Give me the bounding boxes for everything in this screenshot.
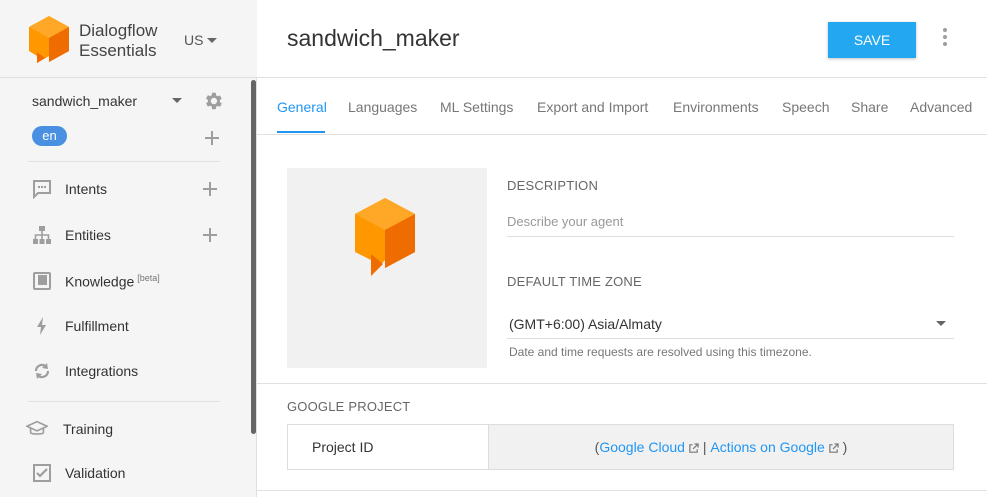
sidebar-item-label: Fulfillment	[65, 318, 129, 334]
link-separator: |	[698, 439, 711, 455]
sidebar-item-label: Entities	[65, 227, 111, 243]
language-chip-en[interactable]: en	[32, 126, 67, 146]
region-label: US	[184, 32, 204, 48]
google-cloud-link[interactable]: Google Cloud	[599, 439, 699, 455]
timezone-value: (GMT+6:00) Asia/Almaty	[509, 316, 662, 332]
timezone-select[interactable]: (GMT+6:00) Asia/Almaty	[507, 308, 954, 339]
description-input[interactable]	[507, 206, 954, 237]
sidebar-item-fulfillment[interactable]: Fulfillment	[24, 309, 224, 343]
sidebar-item-training[interactable]: Training	[24, 412, 224, 446]
page-title: sandwich_maker	[287, 25, 460, 51]
google-project-label: GOOGLE PROJECT	[287, 399, 411, 414]
page-header: sandwich_maker SAVE	[257, 0, 987, 78]
more-options-icon[interactable]	[941, 28, 949, 48]
agent-name: sandwich_maker	[32, 93, 138, 109]
bolt-icon	[31, 315, 53, 337]
sidebar-item-label: Validation	[65, 465, 126, 481]
timezone-hint: Date and time requests are resolved usin…	[509, 345, 812, 359]
chevron-down-icon	[936, 321, 946, 326]
sidebar: Dialogflow Essentials US sandwich_maker …	[0, 0, 257, 497]
region-selector[interactable]: US	[184, 32, 218, 48]
actions-on-google-link[interactable]: Actions on Google	[710, 439, 839, 455]
sidebar-scrollbar[interactable]	[251, 80, 256, 434]
sidebar-item-knowledge[interactable]: Knowledge [beta]	[24, 264, 224, 298]
add-entity-plus-icon[interactable]	[203, 228, 217, 242]
add-intent-plus-icon[interactable]	[203, 182, 217, 196]
sidebar-item-label: Integrations	[65, 363, 139, 379]
agent-selector[interactable]: sandwich_maker	[32, 90, 224, 112]
description-label: DESCRIPTION	[507, 178, 599, 193]
brand-name: Dialogflow Essentials	[79, 21, 157, 61]
timezone-label: DEFAULT TIME ZONE	[507, 274, 642, 289]
project-links: ( Google Cloud | Actions on Google )	[489, 425, 953, 469]
section-divider	[257, 383, 987, 384]
sidebar-item-label: Training	[63, 421, 114, 437]
checkbox-icon	[31, 462, 53, 484]
sidebar-divider	[28, 161, 220, 162]
external-link-icon	[829, 443, 839, 453]
tab-advanced[interactable]: Advanced	[910, 99, 972, 115]
google-project-table: Project ID ( Google Cloud | Actions on G…	[287, 424, 954, 470]
sidebar-divider	[28, 401, 220, 402]
chevron-down-icon	[207, 37, 218, 43]
link-close-paren: )	[838, 439, 848, 455]
project-id-label: Project ID	[288, 425, 489, 469]
actions-on-google-link-label: Actions on Google	[710, 439, 825, 455]
sync-icon	[31, 360, 53, 382]
section-divider	[257, 490, 987, 491]
save-button[interactable]: SAVE	[828, 22, 916, 58]
add-language-plus-icon[interactable]	[205, 131, 219, 145]
chat-bubble-icon	[31, 178, 53, 200]
dialogflow-logo-icon[interactable]	[29, 16, 69, 64]
sidebar-item-label: Intents	[65, 181, 108, 197]
settings-tabs: General Languages ML Settings Export and…	[257, 78, 987, 135]
main-content: sandwich_maker SAVE General Languages ML…	[257, 0, 987, 497]
tab-environments[interactable]: Environments	[673, 99, 759, 115]
sidebar-item-label: Knowledge [beta]	[65, 273, 160, 290]
external-link-icon	[689, 443, 699, 453]
brand-name-line2: Essentials	[79, 41, 157, 60]
active-tab-indicator	[277, 131, 325, 133]
tab-export-import[interactable]: Export and Import	[537, 99, 648, 115]
brand-name-line1: Dialogflow	[79, 21, 158, 40]
tab-ml-settings[interactable]: ML Settings	[440, 99, 513, 115]
language-row: en	[32, 126, 222, 148]
tab-speech[interactable]: Speech	[782, 99, 829, 115]
graduation-cap-icon	[26, 418, 48, 440]
tab-share[interactable]: Share	[851, 99, 888, 115]
brand-header: Dialogflow Essentials US	[0, 0, 257, 78]
beta-badge: [beta]	[137, 272, 160, 283]
sidebar-item-integrations[interactable]: Integrations	[24, 354, 224, 388]
hierarchy-icon	[31, 224, 53, 246]
agent-avatar[interactable]	[287, 168, 487, 368]
tab-languages[interactable]: Languages	[348, 99, 417, 115]
chevron-down-icon	[172, 98, 182, 103]
google-cloud-link-label: Google Cloud	[599, 439, 685, 455]
book-icon	[31, 270, 53, 292]
sidebar-item-entities[interactable]: Entities	[24, 218, 224, 252]
tab-general[interactable]: General	[277, 99, 327, 115]
sidebar-item-intents[interactable]: Intents	[24, 172, 224, 206]
sidebar-item-validation[interactable]: Validation	[24, 456, 224, 490]
agent-avatar-logo-icon	[355, 198, 415, 276]
gear-icon[interactable]	[202, 90, 224, 112]
knowledge-label: Knowledge	[65, 273, 135, 290]
